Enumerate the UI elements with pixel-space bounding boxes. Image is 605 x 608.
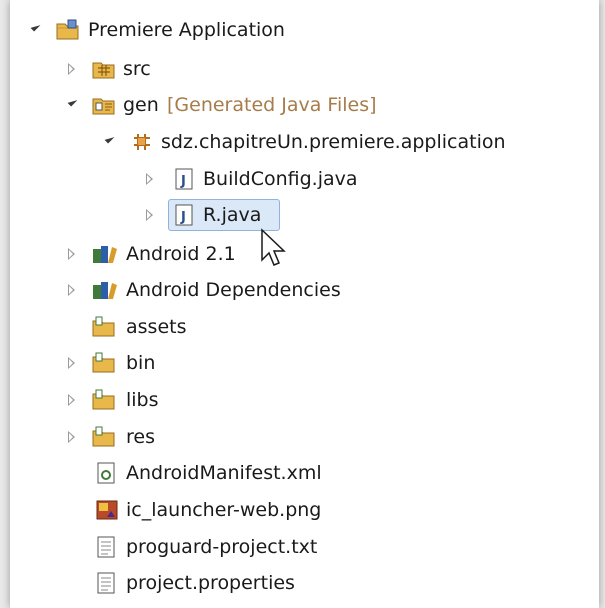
collapse-arrow-icon[interactable] <box>68 248 75 260</box>
library-icon <box>92 243 117 265</box>
tree-item-label: gen <box>123 94 159 116</box>
tree-item-label: proguard-project.txt <box>126 536 318 558</box>
mouse-cursor-icon <box>260 228 286 268</box>
generated-decoration: [Generated Java Files] <box>167 94 377 116</box>
folder-icon <box>92 389 115 411</box>
tree-item-label: res <box>126 426 155 448</box>
tree-item-label: AndroidManifest.xml <box>126 462 322 484</box>
java-file-icon: J <box>174 168 196 190</box>
expand-arrow-icon[interactable] <box>30 21 41 32</box>
expand-arrow-icon[interactable] <box>104 133 115 144</box>
tree-item-label: Premiere Application <box>88 19 285 41</box>
tree-item-label: libs <box>126 389 159 411</box>
collapse-arrow-icon[interactable] <box>68 284 75 296</box>
tree-item-label: Android Dependencies <box>126 279 341 301</box>
svg-text:J: J <box>180 174 186 189</box>
collapse-arrow-icon[interactable] <box>68 431 75 443</box>
tree-item-label: ic_launcher-web.png <box>126 499 322 521</box>
collapse-arrow-icon[interactable] <box>68 357 75 369</box>
text-file-icon <box>96 572 118 594</box>
tree-item-label: Android 2.1 <box>126 243 236 265</box>
folder-icon <box>92 316 115 338</box>
package-explorer-panel: Premiere Application src gen [Generated … <box>10 0 599 608</box>
tree-item-label: sdz.chapitreUn.premiere.application <box>161 131 506 153</box>
folder-icon <box>92 352 115 374</box>
project-folder-icon <box>56 19 79 41</box>
svg-text:J: J <box>180 210 186 225</box>
library-icon <box>92 279 117 301</box>
tree-item-label: project.properties <box>126 572 295 594</box>
collapse-arrow-icon[interactable] <box>146 209 153 221</box>
folder-icon <box>92 426 115 448</box>
generated-folder-icon <box>92 94 115 116</box>
java-file-icon: J <box>174 204 196 226</box>
text-file-icon <box>96 536 118 558</box>
source-folder-icon <box>92 58 115 80</box>
tree-item-label: src <box>123 58 151 80</box>
expand-arrow-icon[interactable] <box>67 96 78 107</box>
tree-item-label: BuildConfig.java <box>203 168 358 190</box>
image-file-icon <box>96 499 118 521</box>
tree-item-label: bin <box>126 352 156 374</box>
tree-item-label: assets <box>126 316 187 338</box>
collapse-arrow-icon[interactable] <box>146 173 153 185</box>
collapse-arrow-icon[interactable] <box>68 63 75 75</box>
xml-file-icon <box>96 462 118 484</box>
tree-item-label: R.java <box>203 204 262 226</box>
collapse-arrow-icon[interactable] <box>68 394 75 406</box>
package-icon <box>131 131 153 153</box>
